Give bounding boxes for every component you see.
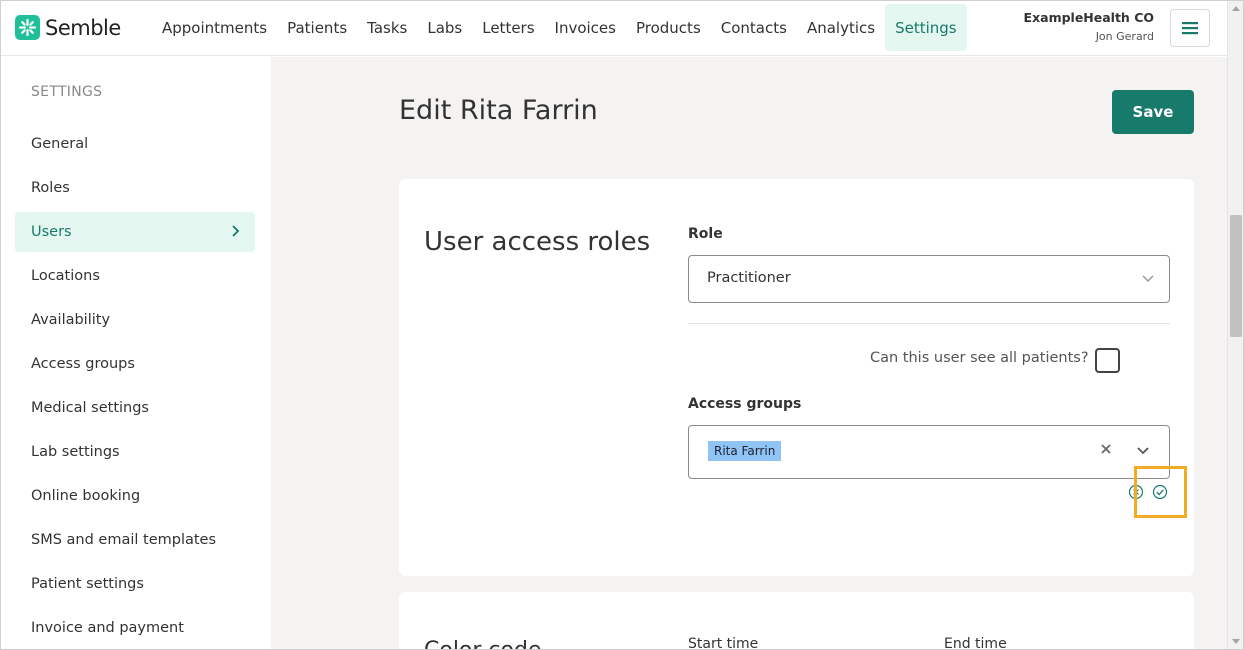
sidebar-item-label: General — [31, 136, 89, 152]
sidebar-item-locations[interactable]: Locations — [15, 256, 255, 296]
scroll-up-arrow-icon[interactable] — [1232, 6, 1240, 11]
sidebar-item-patient-settings[interactable]: Patient settings — [15, 564, 255, 604]
app-logo[interactable]: Semble — [15, 15, 121, 40]
top-navigation-bar: Semble Appointments Patients Tasks Labs … — [0, 0, 1228, 56]
divider — [688, 323, 1170, 324]
nav-invoices[interactable]: Invoices — [545, 4, 626, 51]
user-name: Jon Gerard — [1095, 30, 1154, 43]
sidebar-item-users[interactable]: Users — [15, 212, 255, 252]
sidebar-item-label: Lab settings — [31, 444, 120, 460]
sidebar-item-label: Users — [31, 224, 72, 240]
nav-tasks[interactable]: Tasks — [357, 4, 417, 51]
nav-letters[interactable]: Letters — [472, 4, 544, 51]
sidebar-item-access-groups[interactable]: Access groups — [15, 344, 255, 384]
nav-settings[interactable]: Settings — [885, 4, 967, 51]
hamburger-icon — [1182, 22, 1198, 35]
semble-logo-icon — [15, 15, 40, 40]
sidebar-item-label: Locations — [31, 268, 100, 284]
account-info[interactable]: ExampleHealth CO Jon Gerard — [1024, 10, 1154, 43]
sidebar-item-label: Availability — [31, 312, 111, 328]
sidebar-item-label: Online booking — [31, 488, 141, 504]
save-button[interactable]: Save — [1112, 90, 1194, 134]
nav-patients[interactable]: Patients — [277, 4, 357, 51]
scroll-thumb[interactable] — [1230, 215, 1242, 337]
chevron-down-icon[interactable] — [1136, 446, 1150, 456]
role-label: Role — [688, 226, 723, 242]
scroll-down-arrow-icon[interactable] — [1232, 639, 1240, 644]
nav-analytics[interactable]: Analytics — [797, 4, 885, 51]
sidebar-item-general[interactable]: General — [15, 124, 255, 164]
chevron-down-icon — [1142, 275, 1154, 283]
sidebar-item-label: Patient settings — [31, 576, 144, 592]
sidebar-item-lab-settings[interactable]: Lab settings — [15, 432, 255, 472]
sidebar-item-availability[interactable]: Availability — [15, 300, 255, 340]
sidebar-item-medical-settings[interactable]: Medical settings — [15, 388, 255, 428]
sidebar-item-roles[interactable]: Roles — [15, 168, 255, 208]
nav-labs[interactable]: Labs — [417, 4, 472, 51]
sidebar-item-label: Access groups — [31, 356, 135, 372]
sidebar-list: General Roles Users Locations Availabili… — [15, 124, 255, 650]
sidebar-item-sms-email-templates[interactable]: SMS and email templates — [15, 520, 255, 560]
role-value: Practitioner — [707, 270, 791, 286]
sidebar-item-label: Roles — [31, 180, 70, 196]
settings-sidebar: SETTINGS General Roles Users Locations A… — [0, 57, 271, 650]
end-time-label: End time — [944, 636, 1007, 650]
menu-button[interactable] — [1170, 9, 1210, 47]
color-code-title: Color code — [424, 638, 542, 650]
access-groups-label: Access groups — [688, 396, 802, 412]
main-nav: Appointments Patients Tasks Labs Letters… — [152, 4, 967, 51]
main-content: Edit Rita Farrin Save User access roles … — [271, 57, 1227, 650]
page-title: Edit Rita Farrin — [399, 95, 598, 126]
nav-contacts[interactable]: Contacts — [711, 4, 797, 51]
clear-icon[interactable] — [1100, 443, 1112, 455]
sidebar-item-label: Invoice and payment — [31, 620, 184, 636]
user-access-roles-card: User access roles Role Practitioner Can … — [399, 179, 1194, 576]
role-select[interactable]: Practitioner — [688, 255, 1170, 303]
nav-products[interactable]: Products — [626, 4, 711, 51]
page-scrollbar[interactable] — [1227, 0, 1244, 650]
sidebar-item-online-booking[interactable]: Online booking — [15, 476, 255, 516]
logo-text: Semble — [45, 15, 121, 40]
sidebar-item-invoice-payment[interactable]: Invoice and payment — [15, 608, 255, 648]
sidebar-item-label: Medical settings — [31, 400, 149, 416]
see-all-patients-checkbox[interactable] — [1095, 348, 1120, 373]
nav-appointments[interactable]: Appointments — [152, 4, 277, 51]
org-name: ExampleHealth CO — [1023, 10, 1154, 25]
color-code-card: Color code Start time End time — [399, 592, 1194, 650]
access-group-tag[interactable]: Rita Farrin — [708, 441, 782, 461]
see-all-patients-label: Can this user see all patients? — [870, 350, 1089, 366]
start-time-label: Start time — [688, 636, 759, 650]
sidebar-item-label: SMS and email templates — [31, 532, 217, 548]
focus-highlight-box — [1134, 466, 1187, 518]
sidebar-title: SETTINGS — [31, 84, 103, 100]
chevron-right-icon — [232, 225, 240, 237]
access-groups-multiselect[interactable]: Rita Farrin — [688, 425, 1170, 479]
section-title: User access roles — [424, 227, 651, 257]
